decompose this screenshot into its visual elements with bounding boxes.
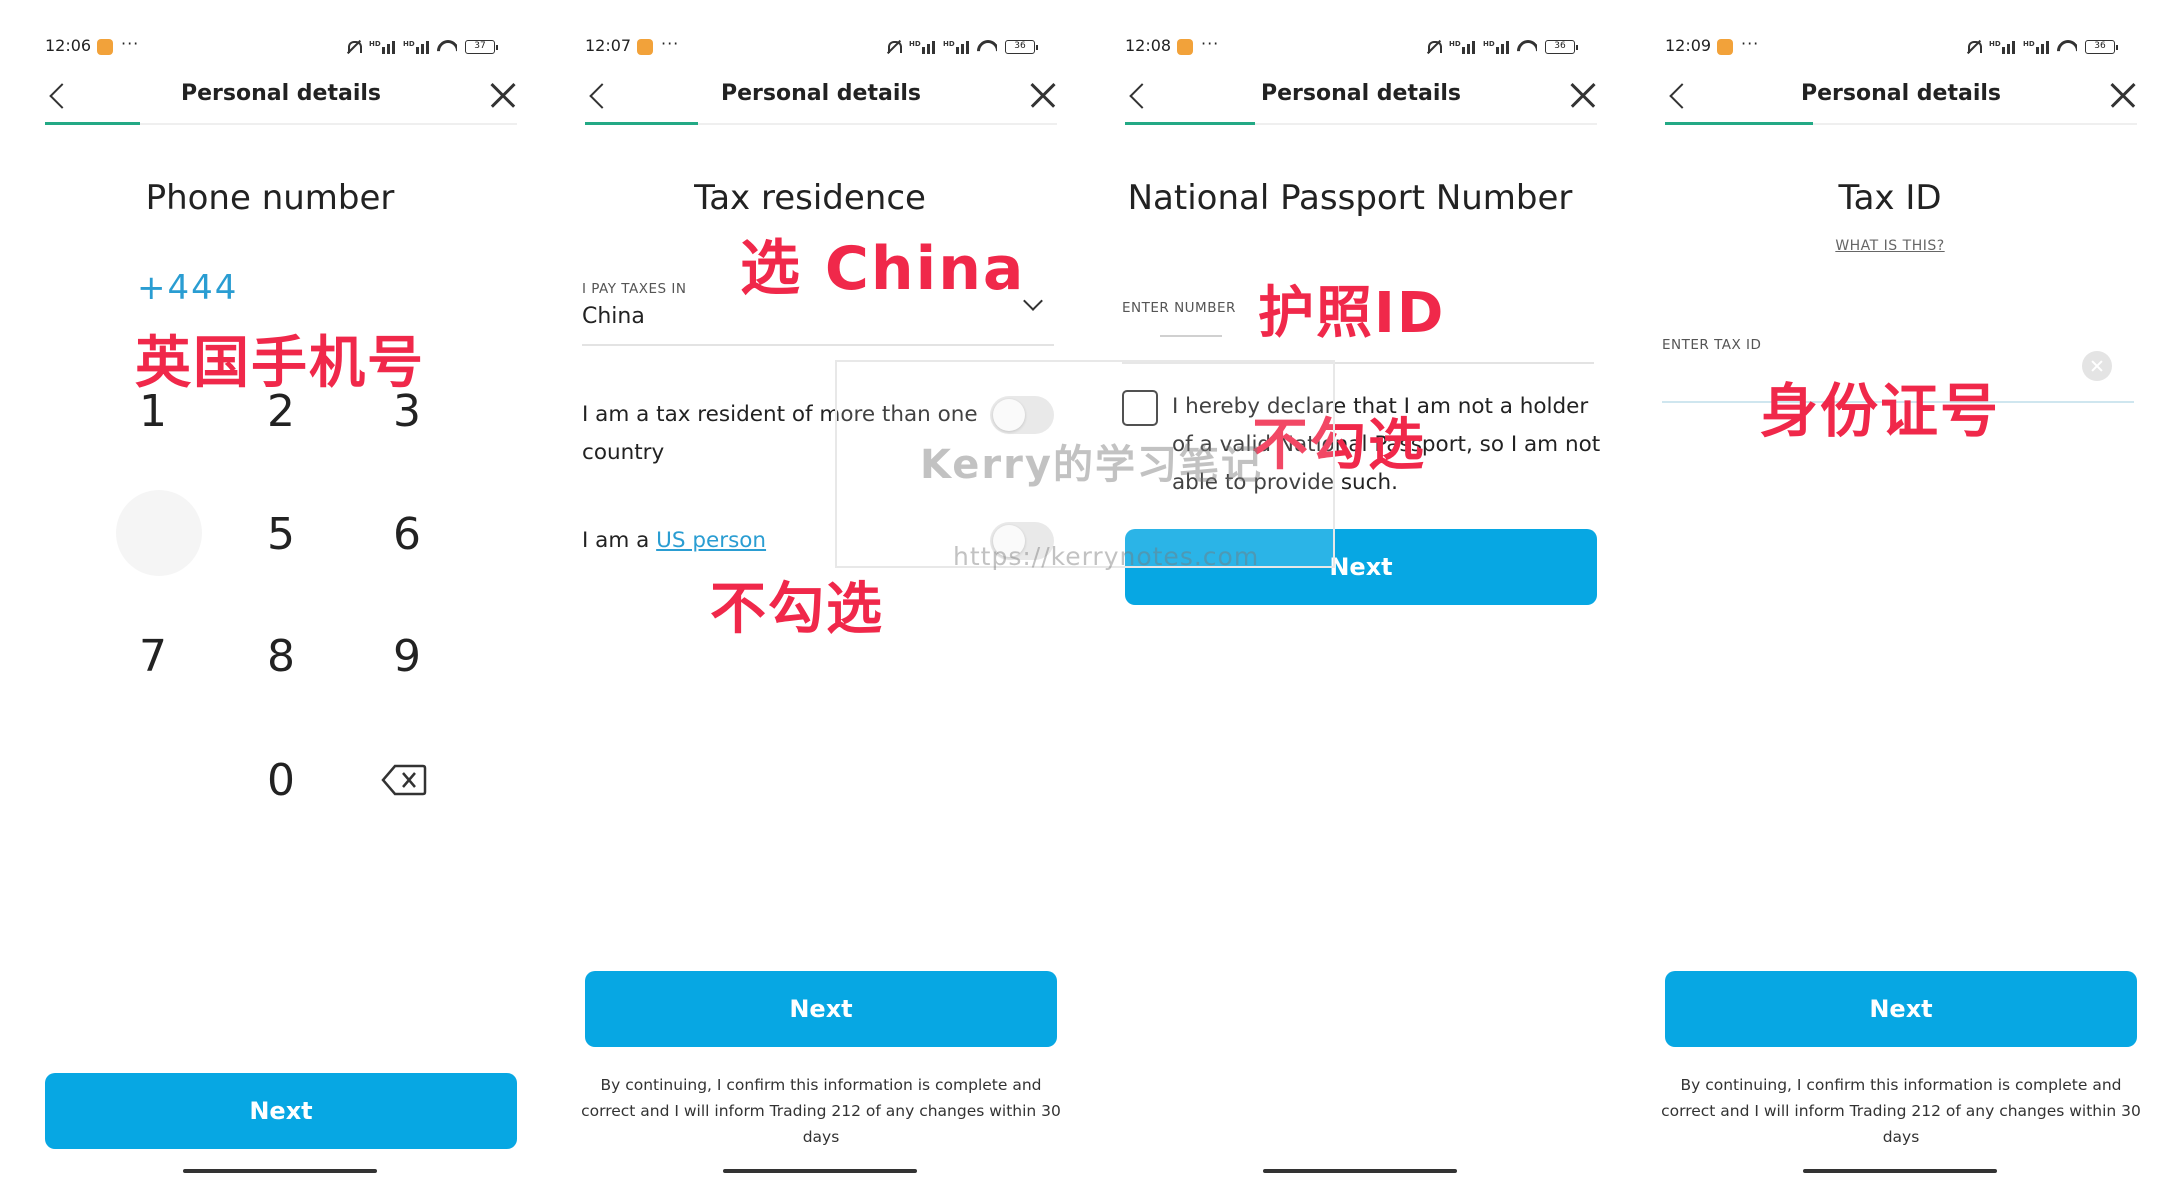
page-title: Phone number <box>145 178 395 218</box>
disclaimer-text: By continuing, I confirm this informatio… <box>581 1076 1061 1146</box>
app-notification-icon <box>1177 39 1193 55</box>
mute-icon <box>1965 39 1982 55</box>
key-2[interactable]: 2 <box>236 367 326 457</box>
mute-icon <box>345 39 362 55</box>
app-notification-icon <box>97 39 113 55</box>
close-button[interactable] <box>1029 81 1057 109</box>
phone-input[interactable]: +444 <box>137 268 238 308</box>
key-3[interactable]: 3 <box>362 367 452 457</box>
wifi-icon <box>977 40 997 54</box>
header-title: Personal details <box>1800 81 2002 106</box>
more-notifications-icon: ··· <box>661 34 680 53</box>
close-button[interactable] <box>1569 81 1597 109</box>
close-button[interactable] <box>2109 81 2137 109</box>
key-5[interactable]: 5 <box>236 490 326 580</box>
watermark-text: Kerry的学习笔记 <box>920 442 1263 488</box>
more-notifications-icon: ··· <box>1741 34 1760 53</box>
header-title: Personal details <box>720 81 922 106</box>
signal-icon: HD <box>369 40 395 54</box>
progress-bar <box>585 122 698 125</box>
status-time: 12:08 <box>1125 36 1172 55</box>
more-notifications-icon: ··· <box>1201 34 1220 53</box>
progress-bar <box>45 122 140 125</box>
screen-tax-id: 12:09 ··· HD HD 36 Personal details Tax … <box>1620 0 2160 1200</box>
us-person-row: I am a US person <box>582 522 766 560</box>
page-title: Tax ID <box>1838 178 1942 218</box>
backspace-icon[interactable] <box>381 764 427 796</box>
wifi-icon <box>2057 40 2077 54</box>
battery-icon: 36 <box>1005 40 1038 54</box>
app-notification-icon <box>637 39 653 55</box>
battery-icon: 37 <box>465 40 498 54</box>
key-0[interactable]: 0 <box>236 736 326 826</box>
close-button[interactable] <box>489 81 517 109</box>
clear-input-icon[interactable] <box>2082 351 2112 381</box>
header: Personal details <box>1665 75 2137 125</box>
key-9[interactable]: 9 <box>362 612 452 702</box>
home-indicator <box>183 1169 377 1173</box>
status-time: 12:07 <box>585 36 632 55</box>
enter-number-label: ENTER NUMBER <box>1122 300 1236 316</box>
mute-icon <box>1425 39 1442 55</box>
next-button[interactable]: Next <box>585 971 1057 1047</box>
us-person-text: I am a <box>582 528 657 553</box>
next-button[interactable]: Next <box>45 1073 517 1149</box>
disclaimer-text: By continuing, I confirm this informatio… <box>1661 1076 2141 1146</box>
wifi-icon <box>1517 40 1537 54</box>
battery-icon: 36 <box>2085 40 2118 54</box>
annotation-do-not-check: 不勾选 <box>710 577 884 642</box>
input-caret-line <box>1160 335 1222 337</box>
key-7[interactable]: 7 <box>108 612 198 702</box>
header-title: Personal details <box>1260 81 1462 106</box>
page-title: National Passport Number <box>1127 178 1573 218</box>
signal-icon: HD <box>909 40 935 54</box>
status-bar: 12:09 ··· HD HD 36 <box>1665 34 2118 60</box>
status-bar: 12:07 ··· HD HD 36 <box>585 34 1038 60</box>
wifi-icon <box>437 40 457 54</box>
screen-passport-number: 12:08 ··· HD HD 36 Personal details Nati… <box>1080 0 1620 1200</box>
header-title: Personal details <box>180 81 382 106</box>
country-select[interactable]: China <box>582 304 645 329</box>
more-notifications-icon: ··· <box>121 34 140 53</box>
field-underline <box>582 344 1054 346</box>
us-person-link[interactable]: US person <box>656 528 766 553</box>
header: Personal details <box>45 75 517 125</box>
enter-tax-id-label: ENTER TAX ID <box>1662 337 1762 353</box>
header: Personal details <box>585 75 1057 125</box>
screen-phone-number: 12:06 ··· HD HD 37 Personal details Phon… <box>0 0 540 1200</box>
signal-icon: HD <box>1989 40 2015 54</box>
mute-icon <box>885 39 902 55</box>
signal-icon: HD <box>943 40 969 54</box>
chevron-down-icon[interactable] <box>1023 291 1043 311</box>
key-8[interactable]: 8 <box>236 612 326 702</box>
signal-icon: HD <box>1483 40 1509 54</box>
key-4-pressed[interactable] <box>116 490 202 576</box>
status-bar: 12:08 ··· HD HD 36 <box>1125 34 1578 60</box>
what-is-this-link[interactable]: WHAT IS THIS? <box>1620 238 2160 254</box>
progress-bar <box>1665 122 1813 125</box>
signal-icon: HD <box>1449 40 1475 54</box>
header: Personal details <box>1125 75 1597 125</box>
app-notification-icon <box>1717 39 1733 55</box>
battery-icon: 36 <box>1545 40 1578 54</box>
pay-taxes-label: I PAY TAXES IN <box>582 281 687 297</box>
screen-tax-residence: 12:07 ··· HD HD 36 Personal details Tax … <box>540 0 1080 1200</box>
home-indicator <box>723 1169 917 1173</box>
annotation-id-card-number: 身份证号 <box>1760 377 2001 445</box>
next-button[interactable]: Next <box>1665 971 2137 1047</box>
home-indicator <box>1263 1169 1457 1173</box>
status-time: 12:09 <box>1665 36 1712 55</box>
annotation-passport-id: 护照ID <box>1258 281 1446 346</box>
status-bar: 12:06 ··· HD HD 37 <box>45 34 498 60</box>
progress-bar <box>1125 122 1255 125</box>
home-indicator <box>1803 1169 1997 1173</box>
annotation-select-china: 选 China <box>740 234 1026 304</box>
key-1[interactable]: 1 <box>108 367 198 457</box>
signal-icon: HD <box>403 40 429 54</box>
page-title: Tax residence <box>694 178 926 218</box>
status-time: 12:06 <box>45 36 92 55</box>
key-6[interactable]: 6 <box>362 490 452 580</box>
signal-icon: HD <box>2023 40 2049 54</box>
watermark-url: https://kerrynotes.com <box>953 542 1260 571</box>
